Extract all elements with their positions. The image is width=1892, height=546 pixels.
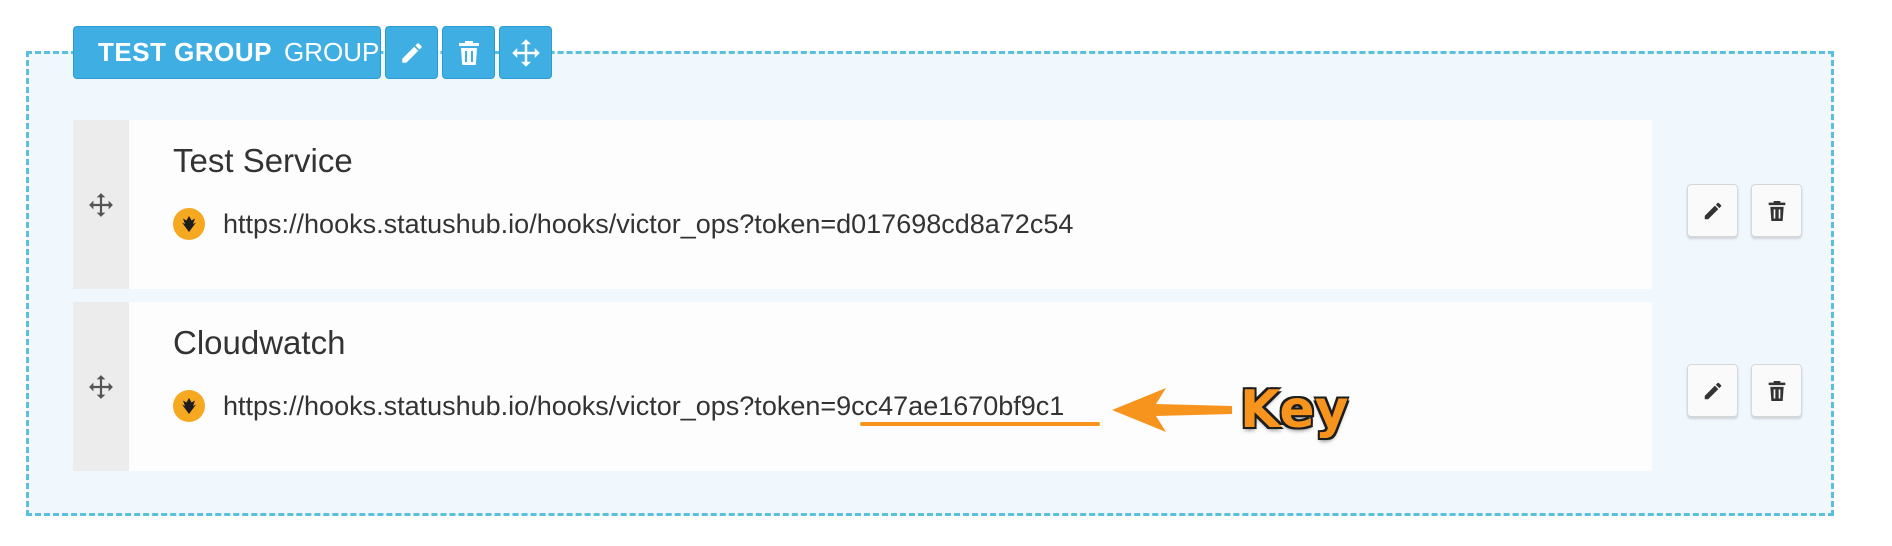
victorops-logo-icon [173,208,205,240]
service-drag-handle[interactable] [73,120,129,289]
service-name: Cloudwatch [173,324,346,361]
move-icon [89,192,113,217]
move-icon [511,38,540,67]
group-label-suffix: GROUP [284,37,380,67]
trash-icon [1768,200,1785,221]
service-name: Test Service [173,142,353,179]
key-underline-annotation [860,422,1100,426]
edit-group-button[interactable] [385,26,438,79]
delete-service-button[interactable] [1751,364,1802,417]
group-header: TEST GROUP GROUP [73,26,552,79]
group-name: TEST GROUP [98,37,273,67]
edit-service-button[interactable] [1687,184,1738,237]
service-card: Cloudwatch https://hooks.statushub.io/ho… [73,302,1652,471]
pencil-icon [401,42,422,63]
service-webhook-url: https://hooks.statushub.io/hooks/victor_… [223,390,1065,421]
service-drag-handle[interactable] [73,302,129,471]
trash-icon [458,40,479,65]
move-group-button[interactable] [499,26,552,79]
arrow-left-icon [1112,388,1232,432]
group-title-badge: TEST GROUP GROUP [73,26,381,79]
pencil-icon [1704,382,1721,399]
pencil-icon [1704,202,1721,219]
delete-group-button[interactable] [442,26,495,79]
service-webhook-url: https://hooks.statushub.io/hooks/victor_… [223,208,1074,239]
move-icon [89,374,113,399]
victorops-logo-icon [173,390,205,422]
edit-service-button[interactable] [1687,364,1738,417]
service-card: Test Service https://hooks.statushub.io/… [73,120,1652,289]
trash-icon [1768,380,1785,401]
delete-service-button[interactable] [1751,184,1802,237]
key-annotation-label: Key [1240,380,1349,440]
